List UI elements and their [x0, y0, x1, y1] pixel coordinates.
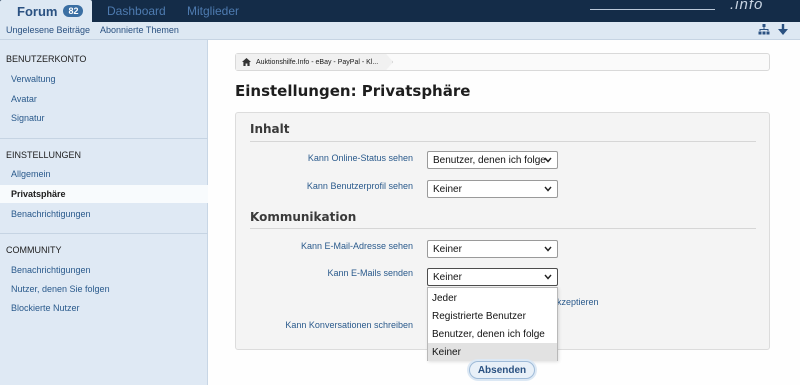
tab-forum-label: Forum	[17, 3, 58, 19]
partially-hidden-option-label: kzeptieren	[557, 297, 599, 307]
email-address-view-select[interactable]: Keiner	[427, 240, 558, 258]
tab-mitglieder[interactable]: Mitglieder	[187, 0, 239, 22]
dropdown-option-registrierte-benutzer[interactable]: Registrierte Benutzer	[428, 307, 557, 325]
sidebar-item-blocked-users[interactable]: Blockierte Nutzer	[11, 303, 80, 313]
group-heading-kommunikation: Kommunikation	[250, 210, 357, 224]
sidebar-divider	[0, 138, 208, 139]
chevron-down-icon	[544, 186, 552, 192]
dropdown-option-jeder[interactable]: Jeder	[428, 289, 557, 307]
tab-dashboard[interactable]: Dashboard	[107, 0, 166, 22]
unread-count-badge: 82	[63, 5, 84, 17]
online-status-value: Benutzer, denen ich folge	[433, 154, 546, 166]
group-rule	[250, 228, 756, 229]
logo-divider	[590, 9, 715, 10]
sidebar-item-privatsphaere-label: Privatsphäre	[11, 189, 66, 199]
group-heading-inhalt: Inhalt	[250, 122, 290, 136]
sidebar-item-benachrichtigungen[interactable]: Benachrichtigungen	[11, 209, 91, 219]
sidebar-divider	[0, 233, 208, 234]
profile-view-select[interactable]: Keiner	[427, 180, 558, 198]
sitemap-icon[interactable]	[758, 24, 770, 35]
online-status-select[interactable]: Benutzer, denen ich folge	[427, 151, 558, 169]
email-address-view-label: Kann E-Mail-Adresse sehen	[300, 241, 413, 251]
unread-posts-link[interactable]: Ungelesene Beiträge	[6, 25, 90, 35]
send-email-value: Keiner	[433, 271, 462, 283]
tab-forum[interactable]: Forum 82	[0, 0, 92, 22]
sidebar-item-privatsphaere[interactable]: Privatsphäre	[0, 185, 208, 203]
group-rule	[250, 141, 756, 142]
subscribed-threads-link[interactable]: Abonnierte Themen	[100, 25, 179, 35]
sidebar-item-verwaltung[interactable]: Verwaltung	[11, 74, 56, 84]
send-email-select[interactable]: Keiner	[427, 268, 558, 286]
home-icon	[242, 58, 251, 66]
account-sidebar: BENUTZERKONTO Verwaltung Avatar Signatur…	[0, 40, 208, 385]
breadcrumb-home-label: Auktionshilfe.Info - eBay - PayPal - Kl.…	[256, 58, 379, 66]
send-email-dropdown-list: Jeder Registrierte Benutzer Benutzer, de…	[427, 287, 558, 361]
arrow-down-icon[interactable]	[778, 24, 788, 35]
sidebar-item-avatar[interactable]: Avatar	[11, 94, 37, 104]
breadcrumb: Auktionshilfe.Info - eBay - PayPal - Kl.…	[235, 53, 770, 71]
top-navigation-bar: Forum 82 Dashboard Mitglieder .info	[0, 0, 800, 22]
site-logo-text[interactable]: .info	[730, 0, 763, 13]
sidebar-item-signatur[interactable]: Signatur	[11, 113, 45, 123]
conversations-label: Kann Konversationen schreiben	[285, 320, 413, 330]
online-status-label: Kann Online-Status sehen	[307, 153, 413, 163]
submit-button[interactable]: Absenden	[469, 361, 535, 379]
dropdown-option-keiner[interactable]: Keiner	[428, 343, 557, 361]
sidebar-section-einstellungen: EINSTELLUNGEN	[6, 150, 82, 160]
sub-navigation: Ungelesene Beiträge Abonnierte Themen	[0, 22, 800, 40]
chevron-down-icon	[544, 274, 552, 280]
dropdown-option-benutzer-denen-ich-folge[interactable]: Benutzer, denen ich folge	[428, 325, 557, 343]
profile-view-label: Kann Benutzerprofil sehen	[306, 181, 413, 191]
sidebar-section-community: COMMUNITY	[6, 245, 62, 255]
page-title: Einstellungen: Privatsphäre	[235, 82, 471, 100]
breadcrumb-home[interactable]: Auktionshilfe.Info - eBay - PayPal - Kl.…	[236, 54, 393, 70]
chevron-down-icon	[544, 157, 552, 163]
email-address-view-value: Keiner	[433, 243, 462, 255]
profile-view-value: Keiner	[433, 183, 462, 195]
sidebar-item-allgemein[interactable]: Allgemein	[11, 169, 51, 179]
send-email-label: Kann E-Mails senden	[327, 268, 413, 278]
sidebar-section-benutzerkonto: BENUTZERKONTO	[6, 54, 87, 64]
sidebar-item-followed-users[interactable]: Nutzer, denen Sie folgen	[11, 284, 110, 294]
chevron-down-icon	[544, 246, 552, 252]
sidebar-item-community-benachrichtigungen[interactable]: Benachrichtigungen	[11, 265, 91, 275]
